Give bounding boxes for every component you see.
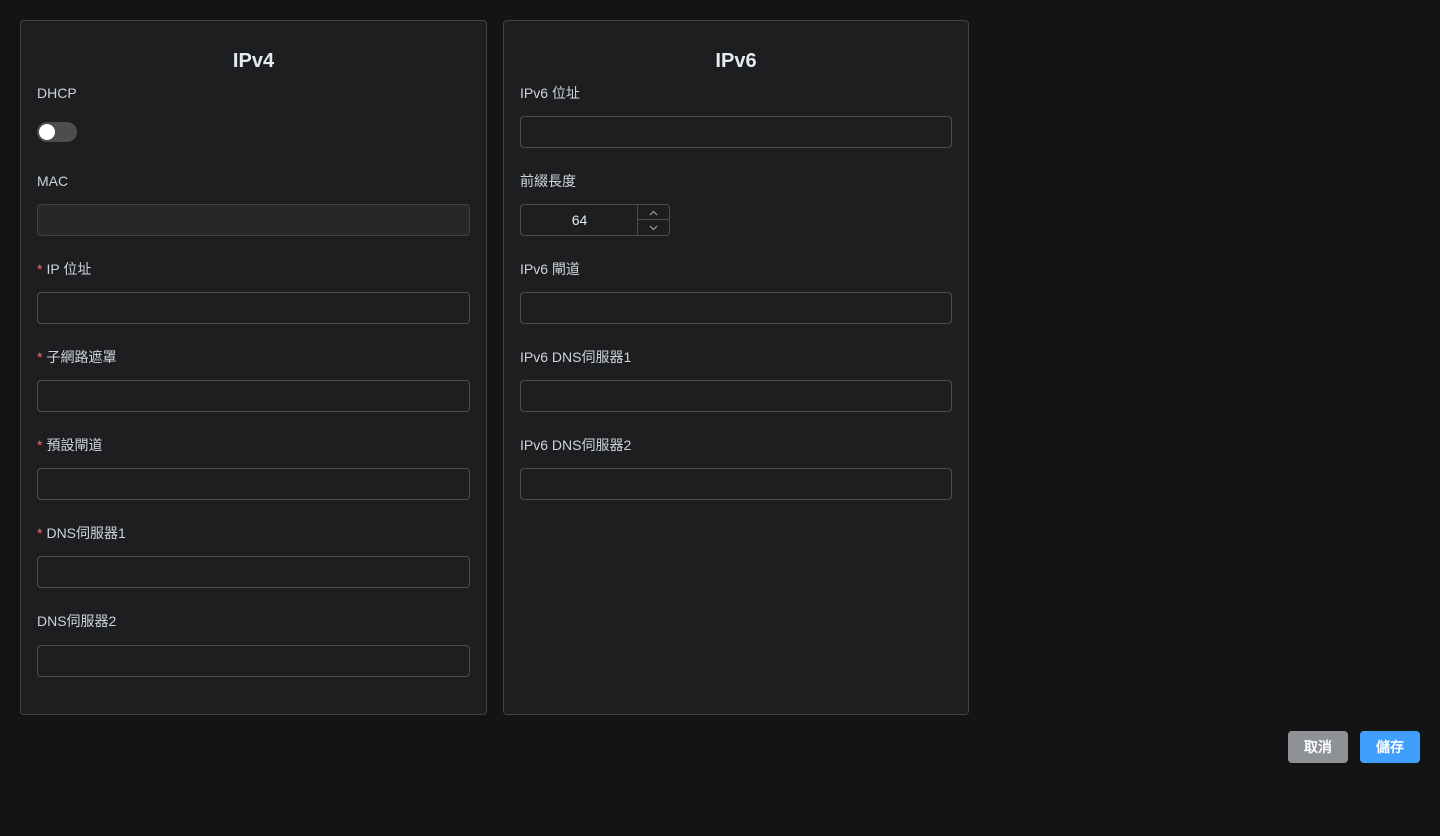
ipv6-panel: IPv6 IPv6 位址 前綴長度 64 IPv6 閘道 IPv6 DNS伺服器…: [503, 20, 969, 715]
default-gateway-label: * 預設閘道: [37, 437, 102, 453]
dns1-input[interactable]: [37, 556, 470, 588]
dns2-label: DNS伺服器2: [37, 613, 117, 629]
ipv6-dns2-input[interactable]: [520, 468, 952, 500]
chevron-up-icon[interactable]: [638, 205, 669, 220]
prefix-length-label: 前綴長度: [520, 173, 576, 189]
ipv6-gateway-input[interactable]: [520, 292, 952, 324]
required-mark: *: [37, 261, 43, 277]
ipv6-address-input[interactable]: [520, 116, 952, 148]
ipv6-address-label: IPv6 位址: [520, 85, 580, 101]
dhcp-toggle-knob: [39, 124, 55, 140]
default-gateway-label-text: 預設閘道: [46, 437, 103, 453]
dns2-input[interactable]: [37, 645, 470, 677]
mac-input: [37, 204, 470, 236]
ipv6-dns1-input[interactable]: [520, 380, 952, 412]
default-gateway-input[interactable]: [37, 468, 470, 500]
dns1-label: * DNS伺服器1: [37, 525, 126, 541]
ipv4-panel: IPv4 DHCP MAC * IP 位址 * 子網路遮罩 * 預設閘道 * DNS伺服…: [20, 20, 487, 715]
prefix-length-stepper[interactable]: 64: [520, 204, 670, 236]
ip-address-label-text: IP 位址: [46, 261, 92, 277]
mac-label: MAC: [37, 173, 69, 189]
ipv4-title: IPv4: [232, 50, 275, 72]
subnet-mask-label-text: 子網路遮罩: [46, 349, 117, 365]
cancel-button[interactable]: 取消: [1288, 731, 1348, 763]
dhcp-label: DHCP: [37, 85, 77, 101]
ipv6-dns2-label: IPv6 DNS伺服器2: [520, 437, 632, 453]
subnet-mask-label: * 子網路遮罩: [37, 349, 116, 365]
required-mark: *: [37, 437, 43, 453]
prefix-length-value[interactable]: 64: [521, 205, 638, 235]
dhcp-toggle[interactable]: [37, 122, 77, 142]
subnet-mask-input[interactable]: [37, 380, 470, 412]
save-button[interactable]: 儲存: [1360, 731, 1420, 763]
stepper-controls: [637, 205, 669, 235]
ipv6-gateway-label: IPv6 閘道: [520, 261, 580, 277]
required-mark: *: [37, 349, 43, 365]
ipv6-title: IPv6: [715, 50, 757, 72]
ip-address-label: * IP 位址: [37, 261, 91, 277]
chevron-down-icon[interactable]: [638, 220, 669, 235]
dns1-label-text: DNS伺服器1: [46, 525, 126, 541]
ipv6-dns1-label: IPv6 DNS伺服器1: [520, 349, 632, 365]
required-mark: *: [37, 525, 43, 541]
ip-address-input[interactable]: [37, 292, 470, 324]
